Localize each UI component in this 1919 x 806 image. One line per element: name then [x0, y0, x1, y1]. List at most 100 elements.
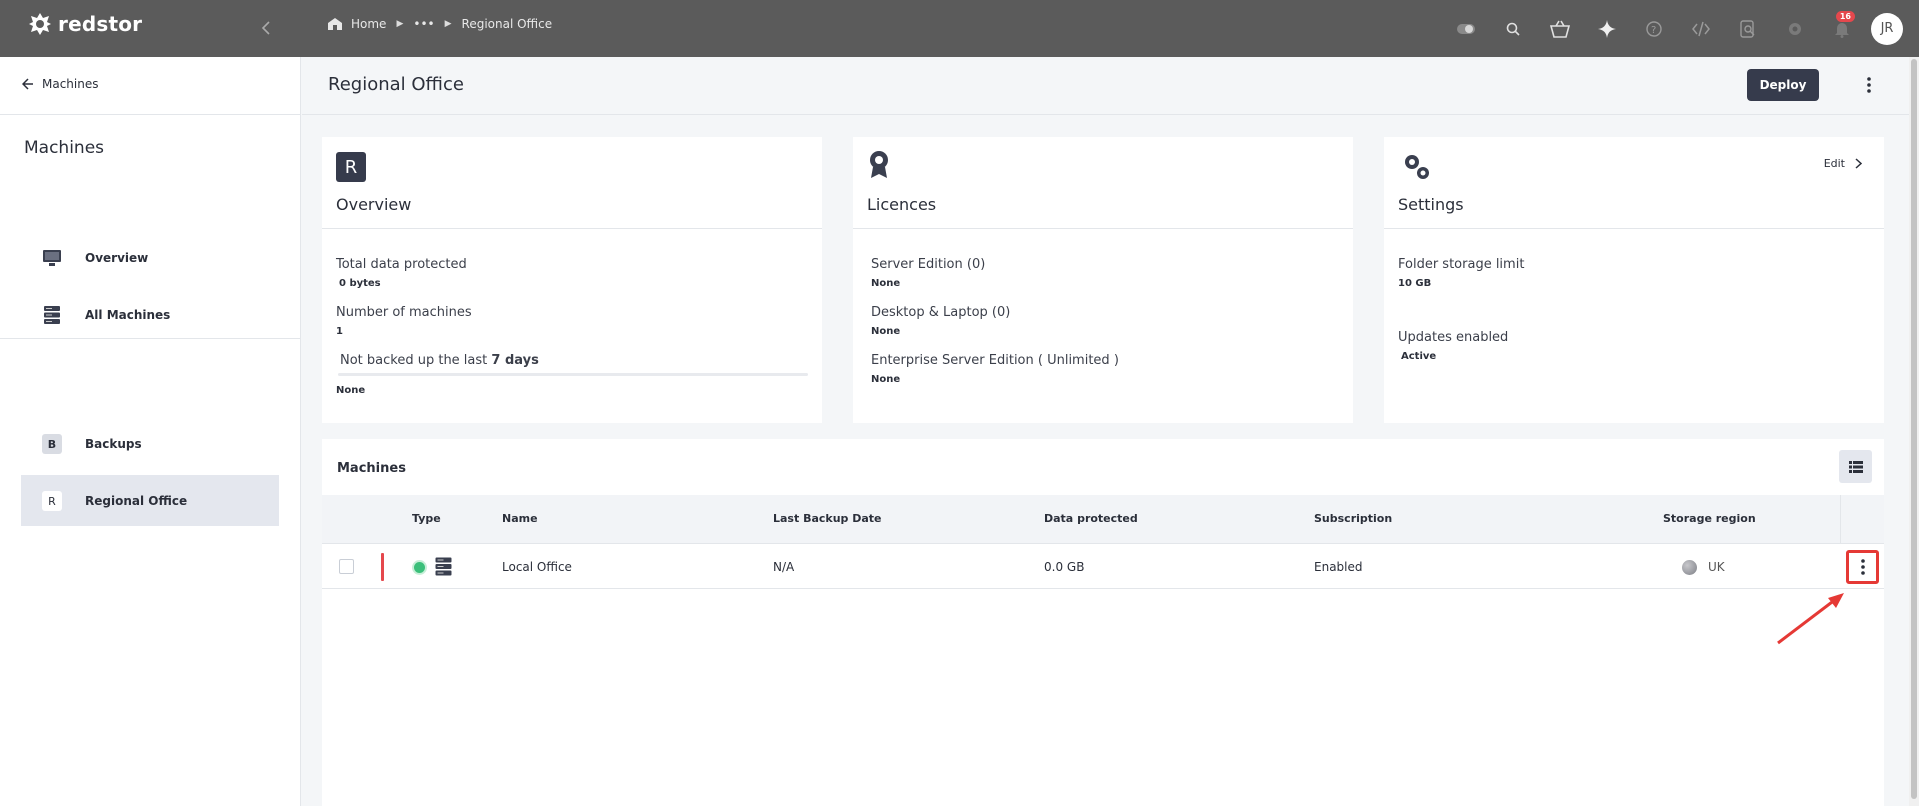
table-header: Type Name Last Backup Date Data protecte…	[322, 495, 1884, 544]
search-icon	[1506, 22, 1520, 36]
letter-badge: R	[42, 491, 62, 511]
breadcrumb-home[interactable]: Home	[351, 17, 386, 31]
breadcrumb: Home ▶ ••• ▶ Regional Office	[327, 17, 552, 31]
overview-card: R Overview Total data protected 0 bytes …	[322, 137, 822, 423]
field-value: None	[871, 374, 901, 385]
licences-card: Licences Server Edition (0) None Desktop…	[853, 137, 1353, 423]
server-icon	[42, 305, 62, 325]
row-actions-button[interactable]	[1846, 550, 1879, 584]
page-header: Regional Office Deploy	[302, 57, 1919, 115]
card-title: Settings	[1398, 195, 1464, 214]
ai-button[interactable]	[1583, 0, 1630, 57]
back-link[interactable]: Machines	[22, 77, 98, 91]
last-backup-date: N/A	[773, 560, 795, 574]
divider	[1840, 495, 1841, 544]
basket-button[interactable]	[1536, 0, 1583, 57]
divider	[322, 228, 822, 229]
logo[interactable]: redstor	[28, 12, 142, 36]
edit-label: Edit	[1823, 157, 1845, 170]
toggle-button[interactable]	[1442, 0, 1489, 57]
field-label: Enterprise Server Edition ( Unlimited )	[871, 353, 1119, 368]
chevron-right-icon: ▶	[444, 19, 452, 29]
search-doc-button[interactable]	[1724, 0, 1771, 57]
scrollbar-thumb[interactable]	[1911, 59, 1917, 799]
sidebar: Machines Machines Overview All Machines …	[0, 57, 301, 806]
award-icon	[867, 150, 891, 184]
column-header-subscription[interactable]: Subscription	[1314, 512, 1392, 525]
help-icon: ?	[1645, 20, 1662, 37]
home-icon	[328, 18, 342, 30]
page-title: Regional Office	[328, 74, 464, 95]
column-header-last-backup[interactable]: Last Backup Date	[773, 512, 882, 525]
column-header-storage-region[interactable]: Storage region	[1663, 512, 1756, 525]
help-button[interactable]: ?	[1630, 0, 1677, 57]
field-value: Active	[1401, 351, 1437, 362]
sidebar-item-regional-office[interactable]: R Regional Office	[21, 475, 279, 526]
divider	[1384, 228, 1884, 229]
kebab-icon	[1867, 77, 1871, 93]
toggle-icon	[1456, 23, 1475, 34]
chevron-right-icon	[1855, 158, 1862, 169]
field-value: 1	[336, 326, 343, 337]
divider	[853, 228, 1353, 229]
globe-icon	[1682, 560, 1697, 575]
column-header-data-protected[interactable]: Data protected	[1044, 512, 1138, 525]
letter-badge: R	[336, 152, 366, 182]
sidebar-item-label: All Machines	[85, 307, 171, 322]
kebab-icon	[1860, 559, 1865, 575]
divider	[0, 338, 301, 339]
online-status-dot	[414, 562, 425, 573]
machine-name[interactable]: Local Office	[502, 560, 572, 574]
sidebar-item-all-machines[interactable]: All Machines	[21, 289, 279, 340]
search-doc-icon	[1739, 19, 1754, 38]
code-icon	[1691, 21, 1710, 36]
card-title: Licences	[867, 195, 937, 214]
section-title: Machines	[337, 461, 406, 476]
deploy-button[interactable]: Deploy	[1747, 69, 1819, 101]
table-row[interactable]: Local Office N/A 0.0 GB Enabled UK	[322, 545, 1884, 589]
collapse-sidebar-button[interactable]	[256, 16, 276, 40]
field-value: None	[871, 326, 901, 337]
top-bar: redstor Home ▶ ••• ▶ Regional Office ? 1…	[0, 0, 1919, 57]
row-checkbox[interactable]	[339, 559, 354, 574]
sidebar-item-backups[interactable]: B Backups	[21, 418, 279, 469]
logo-text: redstor	[58, 12, 143, 36]
sparkle-icon	[1597, 19, 1616, 38]
column-header-type[interactable]: Type	[412, 512, 441, 525]
edit-settings-link[interactable]: Edit	[1824, 157, 1862, 170]
scrollbar[interactable]	[1909, 57, 1919, 806]
gears-icon	[1402, 152, 1432, 186]
notifications-button[interactable]: 16	[1818, 0, 1865, 57]
notification-badge: 16	[1835, 11, 1855, 22]
field-label: Folder storage limit	[1398, 257, 1525, 272]
divider	[0, 114, 301, 115]
code-button[interactable]	[1677, 0, 1724, 57]
column-header-name[interactable]: Name	[502, 512, 538, 525]
svg-text:?: ?	[1651, 25, 1656, 36]
list-view-toggle[interactable]	[1839, 450, 1872, 483]
settings-card: Edit Settings Folder storage limit 10 GB…	[1384, 137, 1884, 423]
breadcrumb-ellipsis[interactable]: •••	[413, 17, 434, 31]
machines-panel: Machines Type Name Last Backup Date Data…	[322, 439, 1884, 806]
arrow-left-icon	[22, 78, 33, 90]
sidebar-item-label: Backups	[85, 436, 142, 451]
status-indicator-bar	[381, 553, 384, 581]
sidebar-item-label: Regional Office	[85, 493, 188, 508]
field-label: Desktop & Laptop (0)	[871, 305, 1011, 320]
avatar[interactable]: JR	[1871, 12, 1903, 45]
field-value: 10 GB	[1398, 278, 1432, 289]
logo-icon	[29, 13, 51, 35]
card-title: Overview	[336, 195, 412, 214]
not-backed-label: Not backed up the last 7 days	[340, 353, 539, 368]
settings-button[interactable]	[1771, 0, 1818, 57]
field-label: Server Edition (0)	[871, 257, 986, 272]
search-button[interactable]	[1489, 0, 1536, 57]
header-more-button[interactable]	[1859, 73, 1879, 97]
storage-region: UK	[1708, 560, 1725, 574]
sidebar-item-overview[interactable]: Overview	[21, 232, 279, 283]
basket-icon	[1549, 20, 1570, 38]
field-label: Total data protected	[336, 257, 467, 272]
sidebar-item-label: Overview	[85, 250, 149, 265]
back-link-label: Machines	[42, 77, 99, 91]
subscription-status: Enabled	[1314, 560, 1363, 574]
